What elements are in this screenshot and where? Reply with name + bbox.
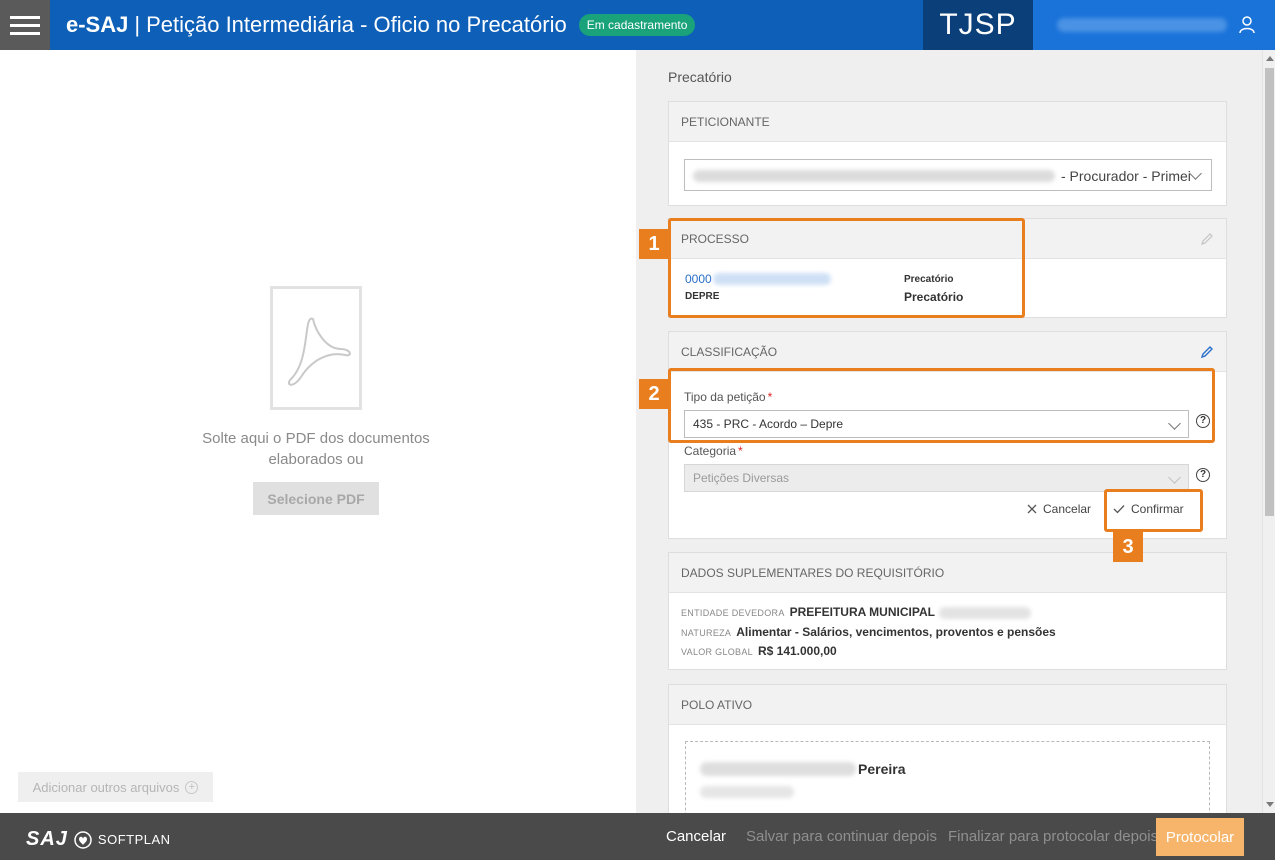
add-files-label: Adicionar outros arquivos <box>32 779 180 795</box>
vertical-scrollbar[interactable] <box>1262 50 1275 813</box>
polo-ativo-card: POLO ATIVO Pereira <box>668 684 1227 813</box>
status-badge: Em cadastramento <box>578 14 696 36</box>
finalize-later-button[interactable]: Finalizar para protocolar depois <box>948 813 1158 860</box>
title-separator: | <box>134 12 141 37</box>
required-marker: * <box>738 444 743 458</box>
valor-global-row: VALOR GLOBAL R$ 141.000,00 <box>681 644 837 658</box>
peticionante-role: - Procurador - Primei <box>1061 168 1191 184</box>
party-surname: Pereira <box>858 761 906 777</box>
entidade-devedora-row: ENTIDADE DEVEDORA PREFEITURA MUNICIPAL <box>681 605 1031 619</box>
valor-global-key: VALOR GLOBAL <box>681 647 753 657</box>
softplan-logo-text: SOFTPLAN <box>97 832 171 847</box>
polo-ativo-party[interactable]: Pereira <box>685 741 1210 813</box>
entidade-devedora-value: PREFEITURA MUNICIPAL <box>789 605 935 619</box>
page-title: e-SAJ | Petição Intermediária - Oficio no … <box>66 12 567 38</box>
marker-1: 1 <box>639 229 669 259</box>
cancel-classification-button[interactable]: Cancelar <box>1027 502 1091 516</box>
peticionante-name-redacted <box>693 170 1055 182</box>
help-icon[interactable]: ? <box>1196 468 1210 482</box>
party-name-redacted <box>700 762 856 776</box>
natureza-value: Alimentar - Salários, vencimentos, prove… <box>736 625 1056 639</box>
app-header: e-SAJ | Petição Intermediária - Oficio no … <box>0 0 1275 50</box>
plus-circle-icon: + <box>185 780 199 794</box>
softplan-heart-icon <box>74 830 92 849</box>
classificacao-header-label: CLASSIFICAÇÃO <box>681 344 778 359</box>
saj-logo-text: SAJ <box>26 828 68 850</box>
add-other-files-button[interactable]: Adicionar outros arquivos + <box>18 772 213 802</box>
drop-instructions-line2: elaborados ou <box>268 451 364 468</box>
edit-pencil-icon[interactable] <box>1200 232 1214 246</box>
highlight-box-tipo <box>668 368 1215 443</box>
highlight-box-processo <box>668 218 1025 318</box>
save-continue-later-button[interactable]: Salvar para continuar depois <box>746 813 937 860</box>
dados-suplementares-card: DADOS SUPLEMENTARES DO REQUISITÓRIO ENTI… <box>668 552 1227 670</box>
action-footer: SAJ SOFTPLAN Cancelar Salvar para contin… <box>0 813 1275 860</box>
classificacao-header: CLASSIFICAÇÃO <box>669 332 1226 372</box>
cancel-classification-label: Cancelar <box>1043 502 1092 516</box>
drop-instructions-line1: Solte aqui o PDF dos documentos <box>202 430 430 447</box>
title-text: Petição Intermediária - Oficio no Precat… <box>146 12 567 37</box>
brand-label: e-SAJ <box>66 12 129 37</box>
user-menu[interactable] <box>1033 0 1275 50</box>
categoria-label-text: Categoria <box>684 444 737 458</box>
pdf-document-icon <box>270 286 362 410</box>
select-pdf-button[interactable]: Selecione PDF <box>253 482 379 515</box>
categoria-label: Categoria * <box>684 444 743 458</box>
entidade-devedora-key: ENTIDADE DEVEDORA <box>681 608 785 618</box>
scroll-up-arrow-icon[interactable] <box>1266 56 1274 61</box>
acrobat-icon <box>287 317 351 386</box>
cancel-button[interactable]: Cancelar <box>666 813 726 860</box>
softplan-logo: SAJ SOFTPLAN <box>26 828 171 851</box>
user-icon[interactable] <box>1237 15 1257 35</box>
edit-pencil-icon[interactable] <box>1200 345 1214 359</box>
user-name-redacted <box>1057 18 1227 32</box>
marker-2: 2 <box>639 379 669 409</box>
close-icon <box>1027 504 1037 514</box>
natureza-row: NATUREZA Alimentar - Salários, vencimento… <box>681 625 1056 639</box>
marker-3: 3 <box>1113 532 1143 562</box>
scrollbar-thumb[interactable] <box>1265 68 1274 516</box>
polo-ativo-header: POLO ATIVO <box>669 685 1226 725</box>
section-title: Precatório <box>668 69 732 85</box>
scroll-down-arrow-icon[interactable] <box>1266 802 1274 807</box>
entidade-redacted <box>938 606 1031 619</box>
peticionante-card: PETICIONANTE - Procurador - Primei <box>668 101 1227 206</box>
pdf-drop-area[interactable]: Solte aqui o PDF dos documentos elaborad… <box>0 50 636 813</box>
peticionante-header: PETICIONANTE <box>669 102 1226 142</box>
chevron-down-icon <box>1168 471 1181 484</box>
peticionante-select[interactable]: - Procurador - Primei <box>684 159 1212 191</box>
protocolar-button[interactable]: Protocolar <box>1156 818 1244 856</box>
valor-global-value: R$ 141.000,00 <box>757 644 837 658</box>
highlight-box-confirm <box>1104 489 1203 532</box>
drop-instructions: Solte aqui o PDF dos documentos elaborad… <box>166 428 466 470</box>
court-logo: TJSP <box>923 0 1033 50</box>
party-detail-redacted <box>700 786 794 798</box>
hamburger-menu-icon[interactable] <box>0 0 50 50</box>
natureza-key: NATUREZA <box>681 628 732 638</box>
categoria-select[interactable]: Petições Diversas <box>684 464 1189 492</box>
categoria-value: Petições Diversas <box>693 471 790 485</box>
chevron-down-icon <box>1189 167 1202 180</box>
